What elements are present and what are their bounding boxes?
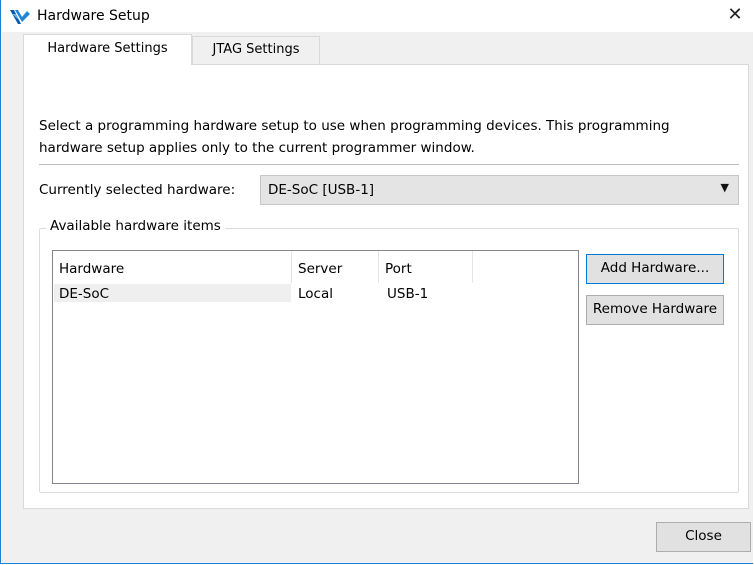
selected-hardware-value: DE-SoC [USB-1] [268,182,375,198]
tab-hardware-settings[interactable]: Hardware Settings [23,34,192,65]
chevron-down-icon: ▼ [720,181,729,194]
close-icon[interactable]: ✕ [715,0,754,32]
add-hardware-button[interactable]: Add Hardware... [586,254,724,284]
selected-hardware-label: Currently selected hardware: [39,182,236,198]
column-header-server[interactable]: Server [292,251,378,283]
column-header-hardware[interactable]: Hardware [53,251,291,283]
quartus-app-icon [10,10,30,24]
close-button[interactable]: Close [656,522,751,552]
cell-hardware: DE-SoC [59,286,110,302]
column-header-port[interactable]: Port [379,251,472,283]
description-text: Select a programming hardware setup to u… [39,118,670,156]
divider [39,164,739,165]
window-title: Hardware Setup [37,8,150,24]
selected-hardware-dropdown[interactable]: DE-SoC [USB-1] ▼ [260,175,739,205]
title-bar: Hardware Setup ✕ [1,0,754,32]
cell-server: Local [298,286,333,302]
remove-hardware-button[interactable]: Remove Hardware [586,295,724,325]
column-separator [472,251,473,283]
cell-port: USB-1 [387,286,429,302]
tab-jtag-settings[interactable]: JTAG Settings [192,36,320,64]
hardware-setup-window: Hardware Setup ✕ Hardware Settings JTAG … [0,0,754,564]
available-hardware-title: Available hardware items [46,218,225,234]
hardware-list[interactable]: Hardware Server Port DE-SoC Local USB-1 [52,250,579,484]
